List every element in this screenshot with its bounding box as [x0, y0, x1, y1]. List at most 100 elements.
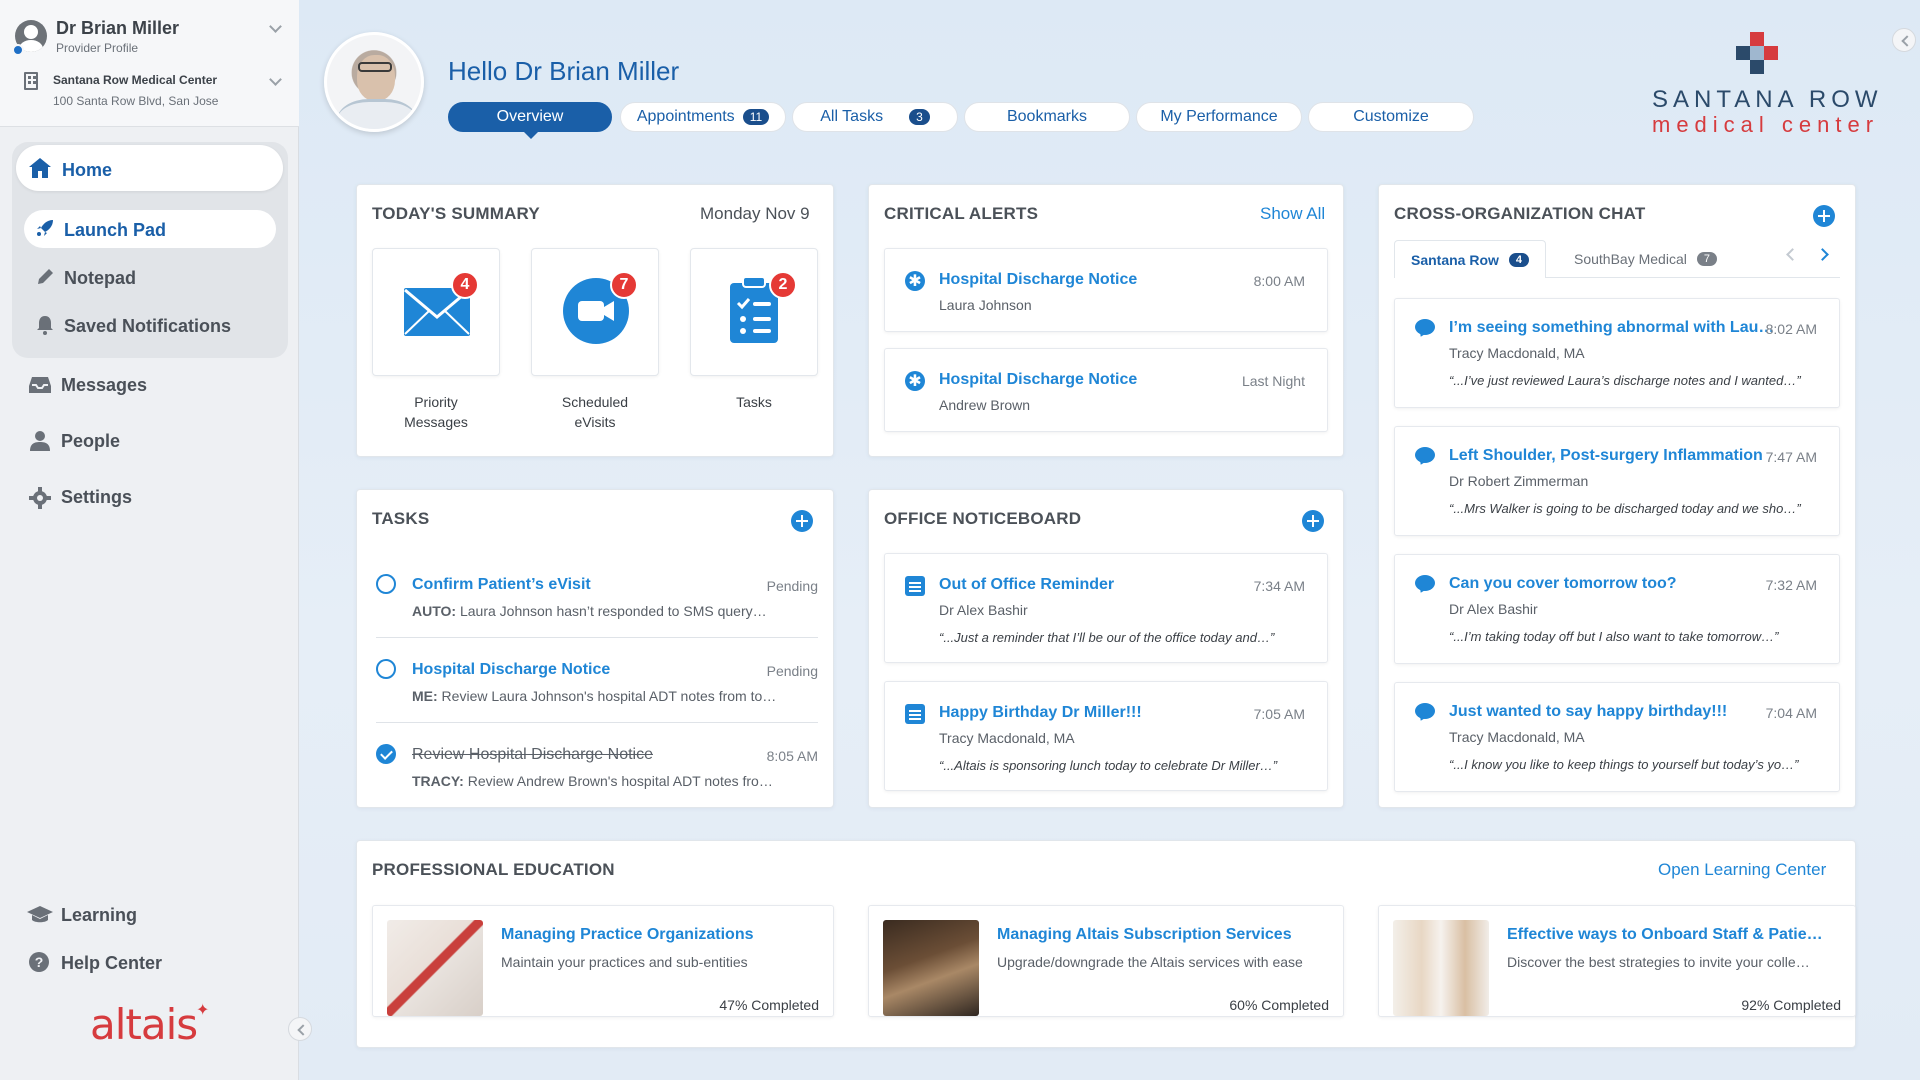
sidebar-item-learning[interactable]: Learning	[61, 905, 137, 926]
tab-my-performance[interactable]: My Performance	[1136, 102, 1302, 132]
alert-time: 8:00 AM	[1253, 273, 1305, 289]
summary-date: Monday Nov 9	[700, 204, 810, 223]
profile-chevron-down-icon[interactable]	[269, 20, 282, 33]
tasks-tile[interactable]: 2	[690, 248, 818, 376]
help-circle-icon: ?	[29, 952, 49, 972]
chat-item[interactable]: Left Shoulder, Post-surgery Inflammation…	[1394, 426, 1840, 536]
noticeboard-title: OFFICE NOTICEBOARD	[884, 509, 1082, 528]
sidebar: Dr Brian Miller Provider Profile Santana…	[0, 0, 299, 1080]
tab-all-tasks[interactable]: All Tasks 3	[792, 102, 958, 132]
tasks-title: TASKS	[372, 509, 430, 528]
scheduled-evisits-tile[interactable]: 7	[531, 248, 659, 376]
course-thumbnail-laptop	[883, 920, 979, 1016]
chat-tab-southbay-medical[interactable]: SouthBay Medical 7	[1558, 240, 1733, 278]
course-item[interactable]: Managing Altais Subscription Services Up…	[868, 905, 1344, 1017]
tab-bookmarks[interactable]: Bookmarks	[964, 102, 1130, 132]
chat-item[interactable]: I’m seeing something abnormal with Lau… …	[1394, 298, 1840, 408]
sidebar-item-notepad[interactable]: Notepad	[64, 268, 136, 289]
tab-label: My Performance	[1160, 108, 1278, 125]
task-title[interactable]: Hospital Discharge Notice	[412, 661, 610, 679]
tab-label: All Tasks	[820, 108, 884, 125]
sidebar-item-people[interactable]: People	[61, 431, 120, 452]
alerts-title: CRITICAL ALERTS	[884, 204, 1039, 223]
asterisk-icon: ✱	[905, 271, 925, 291]
scheduled-evisits-label-line1: Scheduled	[561, 394, 629, 410]
chat-item-quote: “...I’m taking today off but I also want…	[1449, 629, 1779, 644]
rocket-icon	[37, 220, 53, 236]
sidebar-item-help-center[interactable]: Help Center	[61, 953, 162, 974]
priority-messages-badge: 4	[451, 271, 479, 299]
chat-tab-label: Santana Row	[1411, 251, 1499, 268]
task-detail-text: Laura Johnson hasn’t responded to SMS qu…	[456, 603, 767, 619]
add-notice-button[interactable]	[1302, 510, 1324, 532]
chat-title: CROSS-ORGANIZATION CHAT	[1394, 204, 1646, 223]
course-item[interactable]: Effective ways to Onboard Staff & Patie……	[1378, 905, 1856, 1017]
task-status-circle-icon[interactable]	[376, 659, 396, 679]
sidebar-item-settings[interactable]: Settings	[61, 487, 132, 508]
new-chat-button[interactable]	[1813, 205, 1835, 227]
divider	[376, 637, 818, 638]
collapse-panel-button[interactable]	[1892, 28, 1916, 52]
task-detail-text: Review Laura Johnson's hospital ADT note…	[437, 688, 777, 704]
alert-time: Last Night	[1241, 373, 1305, 389]
asterisk-icon: ✱	[905, 371, 925, 391]
chat-item[interactable]: Just wanted to say happy birthday!!! 7:0…	[1394, 682, 1840, 792]
profile-switcher[interactable]: Dr Brian Miller Provider Profile Santana…	[0, 0, 299, 127]
chat-item[interactable]: Can you cover tomorrow too? 7:32 AM Dr A…	[1394, 554, 1840, 664]
notice-item[interactable]: Out of Office Reminder 7:34 AM Dr Alex B…	[884, 553, 1328, 663]
sidebar-item-saved-notifications[interactable]: Saved Notifications	[64, 316, 231, 337]
sidebar-label-launch-pad[interactable]: Launch Pad	[64, 220, 166, 241]
show-all-link[interactable]: Show All	[1260, 204, 1325, 224]
chat-item-quote: “...Mrs Walker is going to be discharged…	[1449, 501, 1801, 516]
chat-item-quote: “...I know you like to keep things to yo…	[1449, 757, 1799, 772]
tab-appointments[interactable]: Appointments 11	[620, 102, 786, 132]
santana-row-logo-name: SANTANA ROW	[1652, 86, 1883, 113]
task-detail: AUTO: Laura Johnson hasn’t responded to …	[412, 603, 767, 619]
notice-item[interactable]: Happy Birthday Dr Miller!!! 7:05 AM Trac…	[884, 681, 1328, 791]
alert-item[interactable]: ✱ Hospital Discharge Notice 8:00 AM Laur…	[884, 248, 1328, 332]
notice-author: Tracy Macdonald, MA	[939, 730, 1075, 746]
chat-item-time: 8:02 AM	[1765, 321, 1817, 337]
org-name: Santana Row Medical Center	[53, 73, 218, 87]
task-status: 8:05 AM	[766, 748, 818, 764]
chat-item-author: Tracy Macdonald, MA	[1449, 729, 1585, 745]
notice-time: 7:05 AM	[1253, 706, 1305, 722]
chat-item-title: Left Shoulder, Post-surgery Inflammation	[1449, 447, 1763, 464]
task-title[interactable]: Review Hospital Discharge Notice	[412, 746, 653, 764]
task-status: Pending	[766, 663, 818, 679]
avatar-glasses	[358, 62, 392, 72]
add-task-button[interactable]	[791, 510, 813, 532]
task-title[interactable]: Confirm Patient’s eVisit	[412, 576, 591, 594]
open-learning-center-link[interactable]: Open Learning Center	[1658, 860, 1826, 880]
profile-name: Dr Brian Miller	[56, 18, 180, 38]
alert-item[interactable]: ✱ Hospital Discharge Notice Last Night A…	[884, 348, 1328, 432]
sidebar-item-messages[interactable]: Messages	[61, 375, 147, 396]
chat-bubble-icon	[1415, 447, 1435, 463]
course-title: Managing Altais Subscription Services	[997, 926, 1292, 943]
chat-item-title: I’m seeing something abnormal with Lau…	[1449, 319, 1775, 336]
collapse-sidebar-button[interactable]	[288, 1017, 312, 1041]
chat-item-author: Dr Alex Bashir	[1449, 601, 1538, 617]
priority-messages-tile[interactable]: 4	[372, 248, 500, 376]
tab-label: Bookmarks	[1006, 108, 1088, 125]
task-status: Pending	[766, 578, 818, 594]
tab-overview[interactable]: Overview	[448, 102, 612, 132]
org-chevron-down-icon[interactable]	[269, 73, 282, 86]
notice-quote: “...Just a reminder that I’ll be our of …	[939, 630, 1275, 645]
note-icon	[905, 704, 925, 724]
altais-spark-icon: ✦	[196, 1002, 210, 1019]
task-status-circle-icon[interactable]	[376, 574, 396, 594]
sidebar-label-home[interactable]: Home	[62, 160, 112, 181]
chat-tab-santana-row[interactable]: Santana Row 4	[1394, 240, 1547, 278]
tasks-count-badge: 3	[909, 109, 930, 125]
sidebar-item-home[interactable]	[16, 145, 283, 191]
education-title: PROFESSIONAL EDUCATION	[372, 860, 615, 879]
tasks-tile-badge: 2	[769, 271, 797, 299]
chat-bubble-icon	[1415, 703, 1435, 719]
note-icon	[905, 576, 925, 596]
course-item[interactable]: Managing Practice Organizations Maintain…	[372, 905, 834, 1017]
task-done-check-icon[interactable]	[376, 744, 396, 764]
task-detail: TRACY: Review Andrew Brown's hospital AD…	[412, 773, 773, 789]
chat-item-author: Tracy Macdonald, MA	[1449, 345, 1585, 361]
tab-customize[interactable]: Customize	[1308, 102, 1474, 132]
